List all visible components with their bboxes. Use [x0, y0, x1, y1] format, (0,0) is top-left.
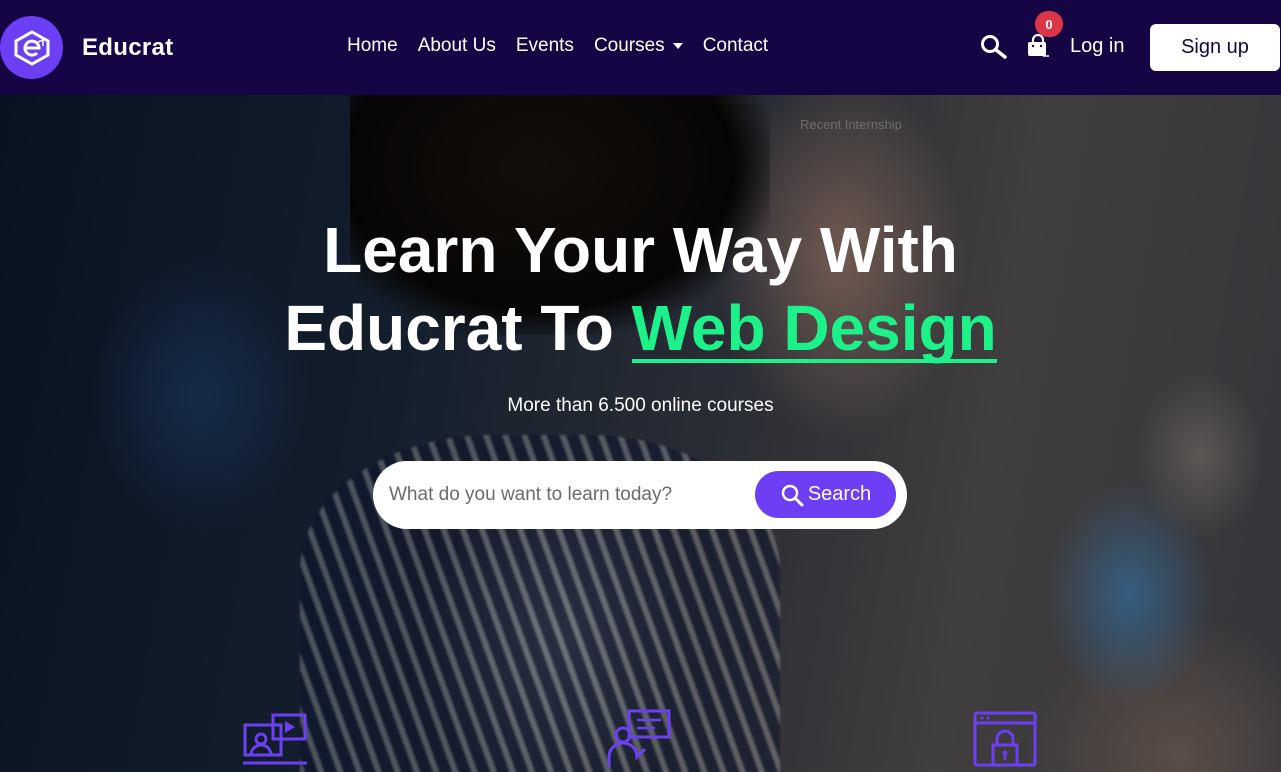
headline-highlight: Web Design — [631, 292, 997, 364]
shopping-bag-icon[interactable] — [1026, 33, 1050, 63]
nav-item-events[interactable]: Events — [516, 35, 574, 57]
course-search-input[interactable] — [389, 479, 749, 511]
hero-overlay — [0, 95, 1281, 772]
headline-line-1: Learn Your Way With — [323, 214, 958, 286]
nav-item-about-us[interactable]: About Us — [418, 35, 496, 57]
hero-subtitle: More than 6.500 online courses — [507, 395, 774, 416]
login-link[interactable]: Log in — [1070, 35, 1125, 58]
search-icon[interactable] — [980, 34, 1008, 65]
cart-count-badge: 0 — [1035, 11, 1063, 37]
brand-logo[interactable]: Educrat — [0, 16, 173, 79]
headline-line-2-prefix: Educrat To — [284, 292, 632, 364]
caret-down-icon — [672, 43, 683, 49]
top-navbar: Educrat Home About Us Events Courses Con… — [0, 0, 1281, 95]
hero-headline: Learn Your Way With Educrat To Web Desig… — [0, 211, 1281, 367]
main-navigation: Home About Us Events Courses Contact — [347, 35, 788, 57]
signup-button[interactable]: Sign up — [1150, 24, 1280, 71]
graduation-cap-logo-icon — [0, 16, 63, 79]
expert-instructor-icon — [607, 709, 671, 772]
search-button-icon — [781, 484, 804, 506]
search-button[interactable]: Search — [755, 471, 896, 518]
course-search-bar: Search — [373, 461, 907, 529]
nav-item-home[interactable]: Home — [347, 35, 398, 57]
nav-item-courses-label: Courses — [593, 35, 665, 56]
nav-item-courses[interactable]: Courses — [594, 35, 683, 57]
secure-lifetime-access-icon — [973, 711, 1037, 772]
background-watermark-text: Recent Internship — [800, 117, 902, 132]
online-video-course-icon — [243, 713, 307, 772]
nav-item-contact[interactable]: Contact — [703, 35, 768, 57]
hero-section: Recent Internship Learn Your Way With Ed… — [0, 95, 1281, 772]
brand-name: Educrat — [82, 33, 174, 61]
search-button-label: Search — [807, 483, 872, 505]
